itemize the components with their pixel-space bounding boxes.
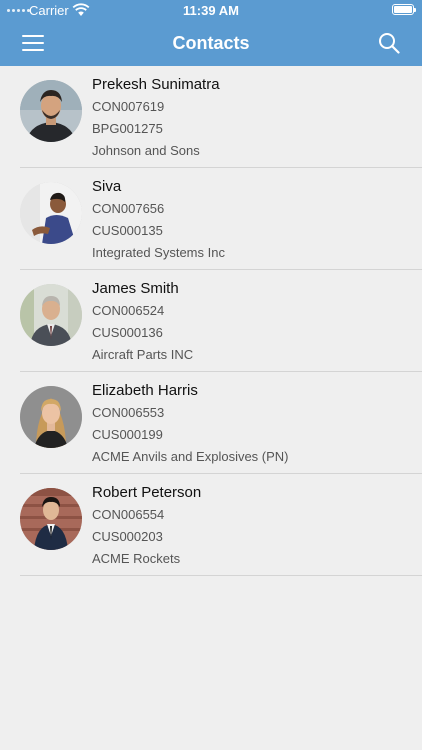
account-id: BPG001275: [92, 121, 163, 136]
company-name: ACME Anvils and Explosives (PN): [92, 449, 289, 464]
account-id: CUS000135: [92, 223, 163, 238]
contact-name: Prekesh Sunimatra: [92, 76, 220, 93]
contact-id: CON006553: [92, 405, 165, 420]
contact-id: CON006554: [92, 507, 165, 522]
contact-row[interactable]: James Smith CON006524 CUS000136 Aircraft…: [20, 270, 422, 372]
battery-icon: [392, 4, 416, 15]
contact-name: Robert Peterson: [92, 484, 202, 501]
contact-name: Elizabeth Harris: [92, 382, 198, 399]
avatar: [20, 488, 82, 550]
contact-name: Siva: [92, 178, 122, 195]
contact-details: Siva CON007656 CUS000135 Integrated Syst…: [92, 177, 225, 263]
contacts-screen: Carrier 11:39 AM Contacts Prekesh Sunima…: [0, 0, 422, 750]
contact-details: James Smith CON006524 CUS000136 Aircraft…: [92, 279, 193, 365]
contact-details: Robert Peterson CON006554 CUS000203 ACME…: [92, 483, 201, 569]
contact-details: Elizabeth Harris CON006553 CUS000199 ACM…: [92, 381, 289, 467]
contact-row[interactable]: Siva CON007656 CUS000135 Integrated Syst…: [20, 168, 422, 270]
account-id: CUS000199: [92, 427, 163, 442]
company-name: ACME Rockets: [92, 551, 181, 566]
contact-details: Prekesh Sunimatra CON007619 BPG001275 Jo…: [92, 75, 220, 161]
contact-row[interactable]: Robert Peterson CON006554 CUS000203 ACME…: [20, 474, 422, 576]
search-icon[interactable]: [378, 32, 400, 54]
company-name: Integrated Systems Inc: [92, 245, 225, 260]
page-title: Contacts: [172, 33, 250, 53]
company-name: Johnson and Sons: [92, 143, 200, 158]
contact-id: CON007619: [92, 99, 165, 114]
avatar: [20, 80, 82, 142]
company-name: Aircraft Parts INC: [92, 347, 194, 362]
contact-name: James Smith: [92, 280, 179, 297]
account-id: CUS000203: [92, 529, 163, 544]
avatar: [20, 284, 82, 346]
avatar: [20, 182, 82, 244]
navigation-bar: Contacts: [0, 22, 422, 66]
contact-list: Prekesh Sunimatra CON007619 BPG001275 Jo…: [0, 66, 422, 576]
status-bar: Carrier 11:39 AM: [0, 0, 422, 22]
contact-id: CON006524: [92, 303, 165, 318]
header: Carrier 11:39 AM Contacts: [0, 0, 422, 66]
avatar: [20, 386, 82, 448]
contact-row[interactable]: Elizabeth Harris CON006553 CUS000199 ACM…: [20, 372, 422, 474]
contact-row[interactable]: Prekesh Sunimatra CON007619 BPG001275 Jo…: [20, 66, 422, 168]
contact-id: CON007656: [92, 201, 165, 216]
account-id: CUS000136: [92, 325, 163, 340]
clock: 11:39 AM: [183, 3, 239, 18]
